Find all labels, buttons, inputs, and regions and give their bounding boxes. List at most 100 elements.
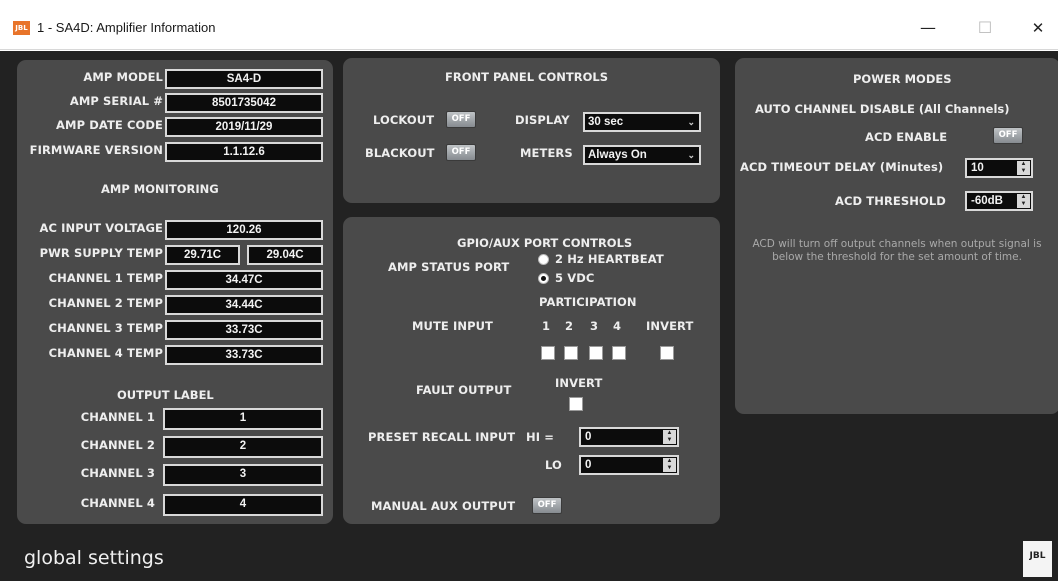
mute-input-label: MUTE INPUT — [412, 319, 494, 333]
meters-select[interactable]: Always On ⌄ — [583, 145, 701, 165]
mute-ch4-checkbox[interactable] — [612, 346, 626, 360]
output-channel-2-input[interactable]: 2 — [163, 436, 323, 458]
output-channel-3-input[interactable]: 3 — [163, 464, 323, 486]
lo-label: LO — [545, 458, 562, 472]
ac-input-voltage-label: AC INPUT VOLTAGE — [39, 221, 163, 235]
participation-ch1-label: 1 — [541, 319, 551, 333]
preset-hi-value: 0 — [585, 431, 592, 443]
amp-monitoring-header: AMP MONITORING — [101, 182, 219, 196]
pwr-supply-temp-field-1: 29.71C — [165, 245, 240, 265]
ac-input-voltage-field: 120.26 — [165, 220, 323, 240]
maximize-button[interactable]: ☐ — [975, 18, 995, 38]
pwr-supply-temp-field-2: 29.04C — [247, 245, 323, 265]
5vdc-radio[interactable] — [538, 273, 549, 284]
channel-1-temp-field: 34.47C — [165, 270, 323, 290]
mute-ch1-checkbox[interactable] — [541, 346, 555, 360]
jbl-app-icon: JBL — [13, 21, 30, 35]
firmware-version-label: FIRMWARE VERSION — [29, 143, 163, 157]
participation-ch3-label: 3 — [589, 319, 599, 333]
spinner-arrows-icon[interactable]: ▲ ▼ — [1017, 194, 1030, 208]
spinner-arrows-icon[interactable]: ▲ ▼ — [663, 458, 676, 472]
manual-aux-output-label: MANUAL AUX OUTPUT — [371, 499, 516, 513]
acd-timeout-value: 10 — [971, 162, 984, 174]
5vdc-radio-label: 5 VDC — [555, 271, 595, 285]
output-label-header: OUTPUT LABEL — [117, 388, 214, 402]
display-label: DISPLAY — [515, 113, 570, 127]
mute-ch2-checkbox[interactable] — [564, 346, 578, 360]
fault-output-label: FAULT OUTPUT — [416, 383, 512, 397]
preset-lo-value: 0 — [585, 459, 592, 471]
minimize-button[interactable]: — — [918, 18, 938, 38]
front-panel-header: FRONT PANEL CONTROLS — [445, 70, 608, 84]
lockout-toggle[interactable]: OFF — [446, 111, 476, 128]
heartbeat-radio-label: 2 Hz HEARTBEAT — [555, 252, 664, 266]
spinner-arrows-icon[interactable]: ▲ ▼ — [1017, 161, 1030, 175]
display-select-value: 30 sec — [588, 116, 624, 128]
amp-model-field: SA4-D — [165, 69, 323, 89]
output-channel-4-label: CHANNEL 4 — [80, 496, 155, 510]
meters-label: METERS — [520, 146, 573, 160]
pwr-supply-temp-label: PWR SUPPLY TEMP — [39, 246, 163, 260]
amp-serial-field: 8501735042 — [165, 93, 323, 113]
gpio-aux-panel: GPIO/AUX PORT CONTROLS AMP STATUS PORT 2… — [343, 217, 720, 524]
acd-enable-label: ACD ENABLE — [865, 130, 948, 144]
manual-aux-toggle[interactable]: OFF — [532, 497, 562, 514]
hi-label: HI = — [526, 430, 554, 444]
channel-3-temp-label: CHANNEL 3 TEMP — [48, 321, 163, 335]
preset-recall-input-label: PRESET RECALL INPUT — [368, 430, 516, 444]
acd-enable-toggle[interactable]: OFF — [993, 127, 1023, 144]
lockout-label: LOCKOUT — [373, 113, 435, 127]
output-channel-3-label: CHANNEL 3 — [80, 466, 155, 480]
preset-lo-spinner[interactable]: 0 ▲ ▼ — [579, 455, 679, 475]
channel-2-temp-label: CHANNEL 2 TEMP — [48, 296, 163, 310]
output-channel-2-label: CHANNEL 2 — [80, 438, 155, 452]
chevron-down-icon: ⌄ — [687, 117, 695, 127]
page-title: global settings — [24, 547, 164, 569]
mute-invert-label: INVERT — [646, 319, 694, 333]
acd-timeout-spinner[interactable]: 10 ▲ ▼ — [965, 158, 1033, 178]
window-title: 1 - SA4D: Amplifier Information — [37, 20, 216, 35]
participation-ch2-label: 2 — [564, 319, 574, 333]
meters-select-value: Always On — [588, 149, 647, 161]
blackout-label: BLACKOUT — [365, 146, 435, 160]
channel-1-temp-label: CHANNEL 1 TEMP — [48, 271, 163, 285]
front-panel-controls-panel: FRONT PANEL CONTROLS LOCKOUT OFF BLACKOU… — [343, 58, 720, 203]
output-channel-4-input[interactable]: 4 — [163, 494, 323, 516]
fault-invert-checkbox[interactable] — [569, 397, 583, 411]
heartbeat-radio[interactable] — [538, 254, 549, 265]
acd-threshold-spinner[interactable]: -60dB ▲ ▼ — [965, 191, 1033, 211]
display-select[interactable]: 30 sec ⌄ — [583, 112, 701, 132]
chevron-down-icon: ⌄ — [687, 150, 695, 160]
channel-4-temp-label: CHANNEL 4 TEMP — [48, 346, 163, 360]
amp-date-code-label: AMP DATE CODE — [56, 118, 163, 132]
output-channel-1-input[interactable]: 1 — [163, 408, 323, 430]
acd-threshold-value: -60dB — [971, 195, 1003, 207]
output-channel-1-label: CHANNEL 1 — [80, 410, 155, 424]
acd-timeout-label: ACD TIMEOUT DELAY (Minutes) — [740, 160, 944, 174]
channel-3-temp-field: 33.73C — [165, 320, 323, 340]
amp-status-port-label: AMP STATUS PORT — [388, 260, 510, 274]
fault-invert-label: INVERT — [555, 376, 603, 390]
gpio-header: GPIO/AUX PORT CONTROLS — [457, 236, 633, 250]
close-button[interactable]: ✕ — [1028, 18, 1048, 38]
amp-date-code-field: 2019/11/29 — [165, 117, 323, 137]
amp-serial-label: AMP SERIAL # — [69, 94, 163, 108]
acd-threshold-label: ACD THRESHOLD — [835, 194, 946, 208]
power-modes-panel: POWER MODES AUTO CHANNEL DISABLE (All Ch… — [735, 58, 1058, 414]
blackout-toggle[interactable]: OFF — [446, 144, 476, 161]
spinner-arrows-icon[interactable]: ▲ ▼ — [663, 430, 676, 444]
acd-subheader: AUTO CHANNEL DISABLE (All Channels) — [755, 102, 1010, 116]
mute-ch3-checkbox[interactable] — [589, 346, 603, 360]
participation-ch4-label: 4 — [612, 319, 622, 333]
jbl-logo: JBL — [1023, 541, 1052, 577]
amp-info-panel: AMP MODEL SA4-D AMP SERIAL # 8501735042 … — [17, 60, 333, 524]
channel-4-temp-field: 33.73C — [165, 345, 323, 365]
participation-label: PARTICIPATION — [539, 295, 637, 309]
main-area: AMP MODEL SA4-D AMP SERIAL # 8501735042 … — [0, 51, 1058, 581]
preset-hi-spinner[interactable]: 0 ▲ ▼ — [579, 427, 679, 447]
mute-invert-checkbox[interactable] — [660, 346, 674, 360]
acd-note: ACD will turn off output channels when o… — [752, 238, 1042, 263]
title-bar: JBL 1 - SA4D: Amplifier Information — ☐ … — [0, 0, 1058, 50]
channel-2-temp-field: 34.44C — [165, 295, 323, 315]
firmware-version-field: 1.1.12.6 — [165, 142, 323, 162]
